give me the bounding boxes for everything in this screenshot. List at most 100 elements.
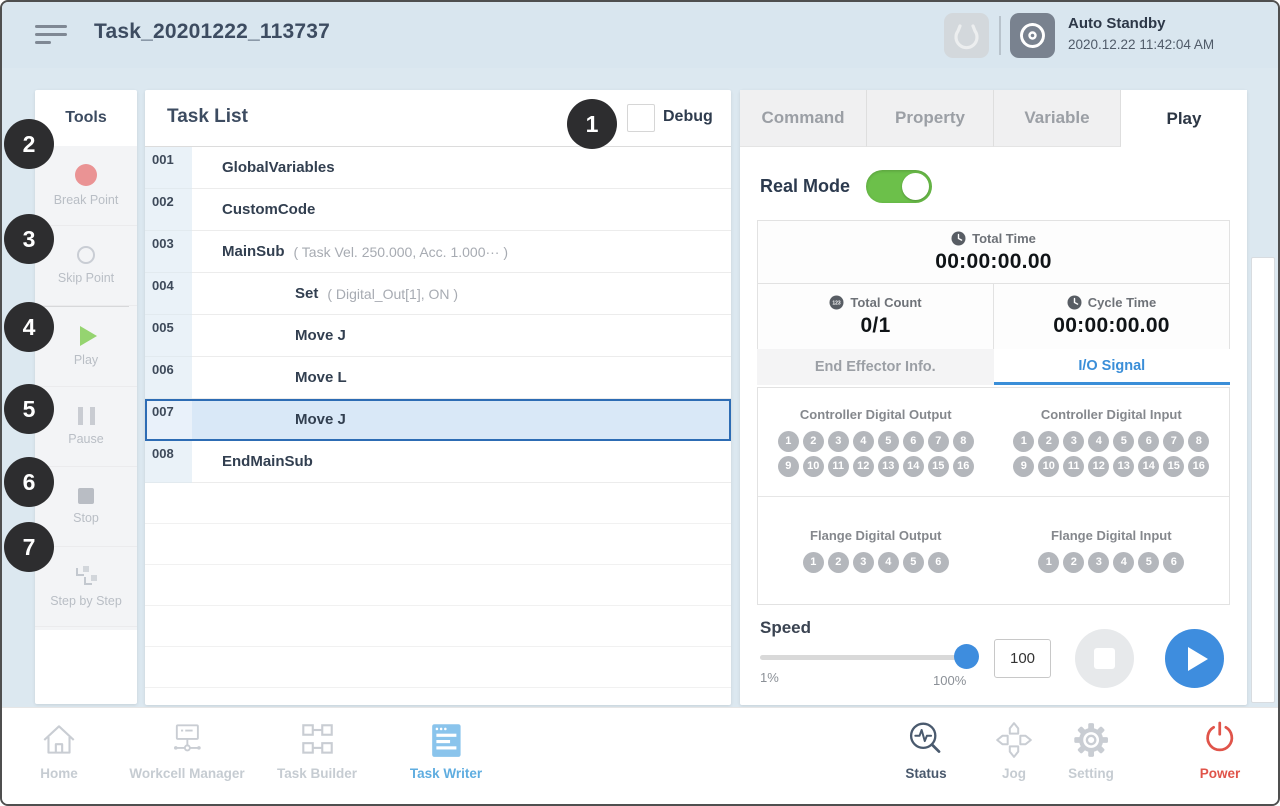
real-mode-toggle[interactable]	[866, 170, 932, 203]
io-dot-grid: 123456	[1010, 552, 1212, 573]
play-triangle-icon	[1188, 647, 1208, 671]
run-stop-button[interactable]	[1075, 629, 1134, 688]
nav-label: Jog	[1002, 766, 1026, 781]
nav-item-task-builder[interactable]: Task Builder	[277, 720, 357, 781]
io-dot-3: 3	[1063, 431, 1084, 452]
speed-min-label: 1%	[760, 670, 779, 685]
speed-slider-thumb[interactable]	[954, 644, 979, 669]
power-icon	[1200, 720, 1240, 760]
io-dot-1: 1	[803, 552, 824, 573]
total-count-label: Total Count	[850, 295, 921, 310]
gripper-icon	[944, 13, 989, 58]
header-divider	[999, 16, 1001, 55]
play-panel: Command Property Variable Play Real Mode…	[740, 90, 1247, 705]
nav-item-workcell-manager[interactable]: Workcell Manager	[129, 720, 244, 781]
io-dot-16: 16	[953, 456, 974, 477]
task-row[interactable]: 003 MainSub( Task Vel. 250.000, Acc. 1.0…	[145, 231, 731, 273]
io-dot-8: 8	[953, 431, 974, 452]
nav-label: Task Builder	[277, 766, 357, 781]
stop-icon	[78, 488, 94, 504]
io-dot-3: 3	[853, 552, 874, 573]
tab-command[interactable]: Command	[740, 90, 867, 147]
robot-state-time: 2020.12.22 11:42:04 AM	[1068, 37, 1214, 54]
io-dot-grid: 12345678910111213141516	[1010, 431, 1212, 477]
task-row[interactable]: 006 Move L	[145, 357, 731, 399]
tab-play[interactable]: Play	[1121, 90, 1247, 147]
callout-7: 7	[4, 522, 54, 572]
empty-row	[145, 565, 731, 606]
count-icon: 123	[829, 295, 844, 310]
io-dot-1: 1	[1038, 552, 1059, 573]
pause-label: Pause	[68, 433, 103, 447]
step-by-step-icon	[71, 565, 101, 587]
scrollbar[interactable]	[1251, 257, 1275, 703]
speed-value-input[interactable]	[994, 639, 1051, 678]
row-command: Move L	[295, 369, 347, 386]
hamburger-menu-icon[interactable]	[35, 25, 67, 47]
speed-slider-track[interactable]	[760, 655, 978, 660]
break-point-icon	[75, 164, 97, 186]
io-dot-5: 5	[1113, 431, 1134, 452]
io-dot-5: 5	[878, 431, 899, 452]
io-dot-14: 14	[1138, 456, 1159, 477]
nav-item-status[interactable]: Status	[905, 720, 946, 781]
io-dot-14: 14	[903, 456, 924, 477]
nav-item-power[interactable]: Power	[1200, 720, 1241, 781]
row-command: CustomCode	[222, 201, 315, 218]
page-title: Task_20201222_113737	[94, 20, 330, 44]
task-row[interactable]: 004 Set( Digital_Out[1], ON )	[145, 273, 731, 315]
row-number: 004	[145, 273, 192, 315]
nav-item-setting[interactable]: Setting	[1068, 720, 1114, 781]
io-dot-2: 2	[828, 552, 849, 573]
callout-3: 3	[4, 214, 54, 264]
task-row-selected[interactable]: 007 Move J	[145, 399, 731, 441]
io-dot-11: 11	[828, 456, 849, 477]
robot-state-button[interactable]	[1010, 13, 1055, 58]
row-param: ( Digital_Out[1], ON )	[327, 286, 458, 302]
io-dot-grid: 123456	[775, 552, 977, 573]
callout-6: 6	[4, 457, 54, 507]
row-number: 002	[145, 189, 192, 231]
subtab-end-effector-info[interactable]: End Effector Info.	[757, 349, 994, 385]
nav-label: Task Writer	[410, 766, 482, 781]
nav-item-home[interactable]: Home	[39, 720, 79, 781]
io-group-title: Controller Digital Output	[800, 407, 952, 422]
nav-item-jog[interactable]: Jog	[994, 720, 1034, 781]
io-signal-card: Controller Digital Output 12345678910111…	[757, 387, 1230, 605]
subtab-io-signal[interactable]: I/O Signal	[994, 349, 1231, 385]
io-dot-1: 1	[778, 431, 799, 452]
robot-state-title: Auto Standby	[1068, 15, 1214, 34]
play-label: Play	[74, 354, 98, 368]
debug-checkbox[interactable]	[627, 104, 655, 132]
io-dot-grid: 12345678910111213141516	[775, 431, 977, 477]
end-effector-button[interactable]	[944, 13, 989, 58]
clock-icon	[951, 231, 966, 246]
io-dot-13: 13	[878, 456, 899, 477]
skip-point-icon	[77, 246, 95, 264]
io-dot-11: 11	[1063, 456, 1084, 477]
controller-digital-input-group: Controller Digital Input 123456789101112…	[994, 388, 1230, 496]
io-dot-16: 16	[1188, 456, 1209, 477]
task-row[interactable]: 008 EndMainSub	[145, 441, 731, 483]
task-row[interactable]: 005 Move J	[145, 315, 731, 357]
nav-label: Status	[905, 766, 946, 781]
task-list-panel: Task List Debug 001 GlobalVariables 002 …	[145, 90, 731, 705]
step-by-step-label: Step by Step	[50, 595, 122, 609]
stop-label: Stop	[73, 512, 99, 526]
row-command: GlobalVariables	[222, 159, 335, 176]
empty-row	[145, 524, 731, 565]
nav-item-task-writer[interactable]: Task Writer	[410, 720, 482, 781]
jog-icon	[994, 720, 1034, 760]
play-icon	[80, 326, 97, 346]
row-number: 006	[145, 357, 192, 399]
tab-property[interactable]: Property	[867, 90, 994, 147]
callout-1: 1	[567, 99, 617, 149]
break-point-button[interactable]: Break Point	[35, 146, 137, 226]
tab-variable[interactable]: Variable	[994, 90, 1121, 147]
io-dot-12: 12	[1088, 456, 1109, 477]
task-row[interactable]: 002 CustomCode	[145, 189, 731, 231]
io-dot-13: 13	[1113, 456, 1134, 477]
run-play-button[interactable]	[1165, 629, 1224, 688]
task-row[interactable]: 001 GlobalVariables	[145, 147, 731, 189]
flange-digital-output-group: Flange Digital Output 123456	[758, 497, 994, 604]
